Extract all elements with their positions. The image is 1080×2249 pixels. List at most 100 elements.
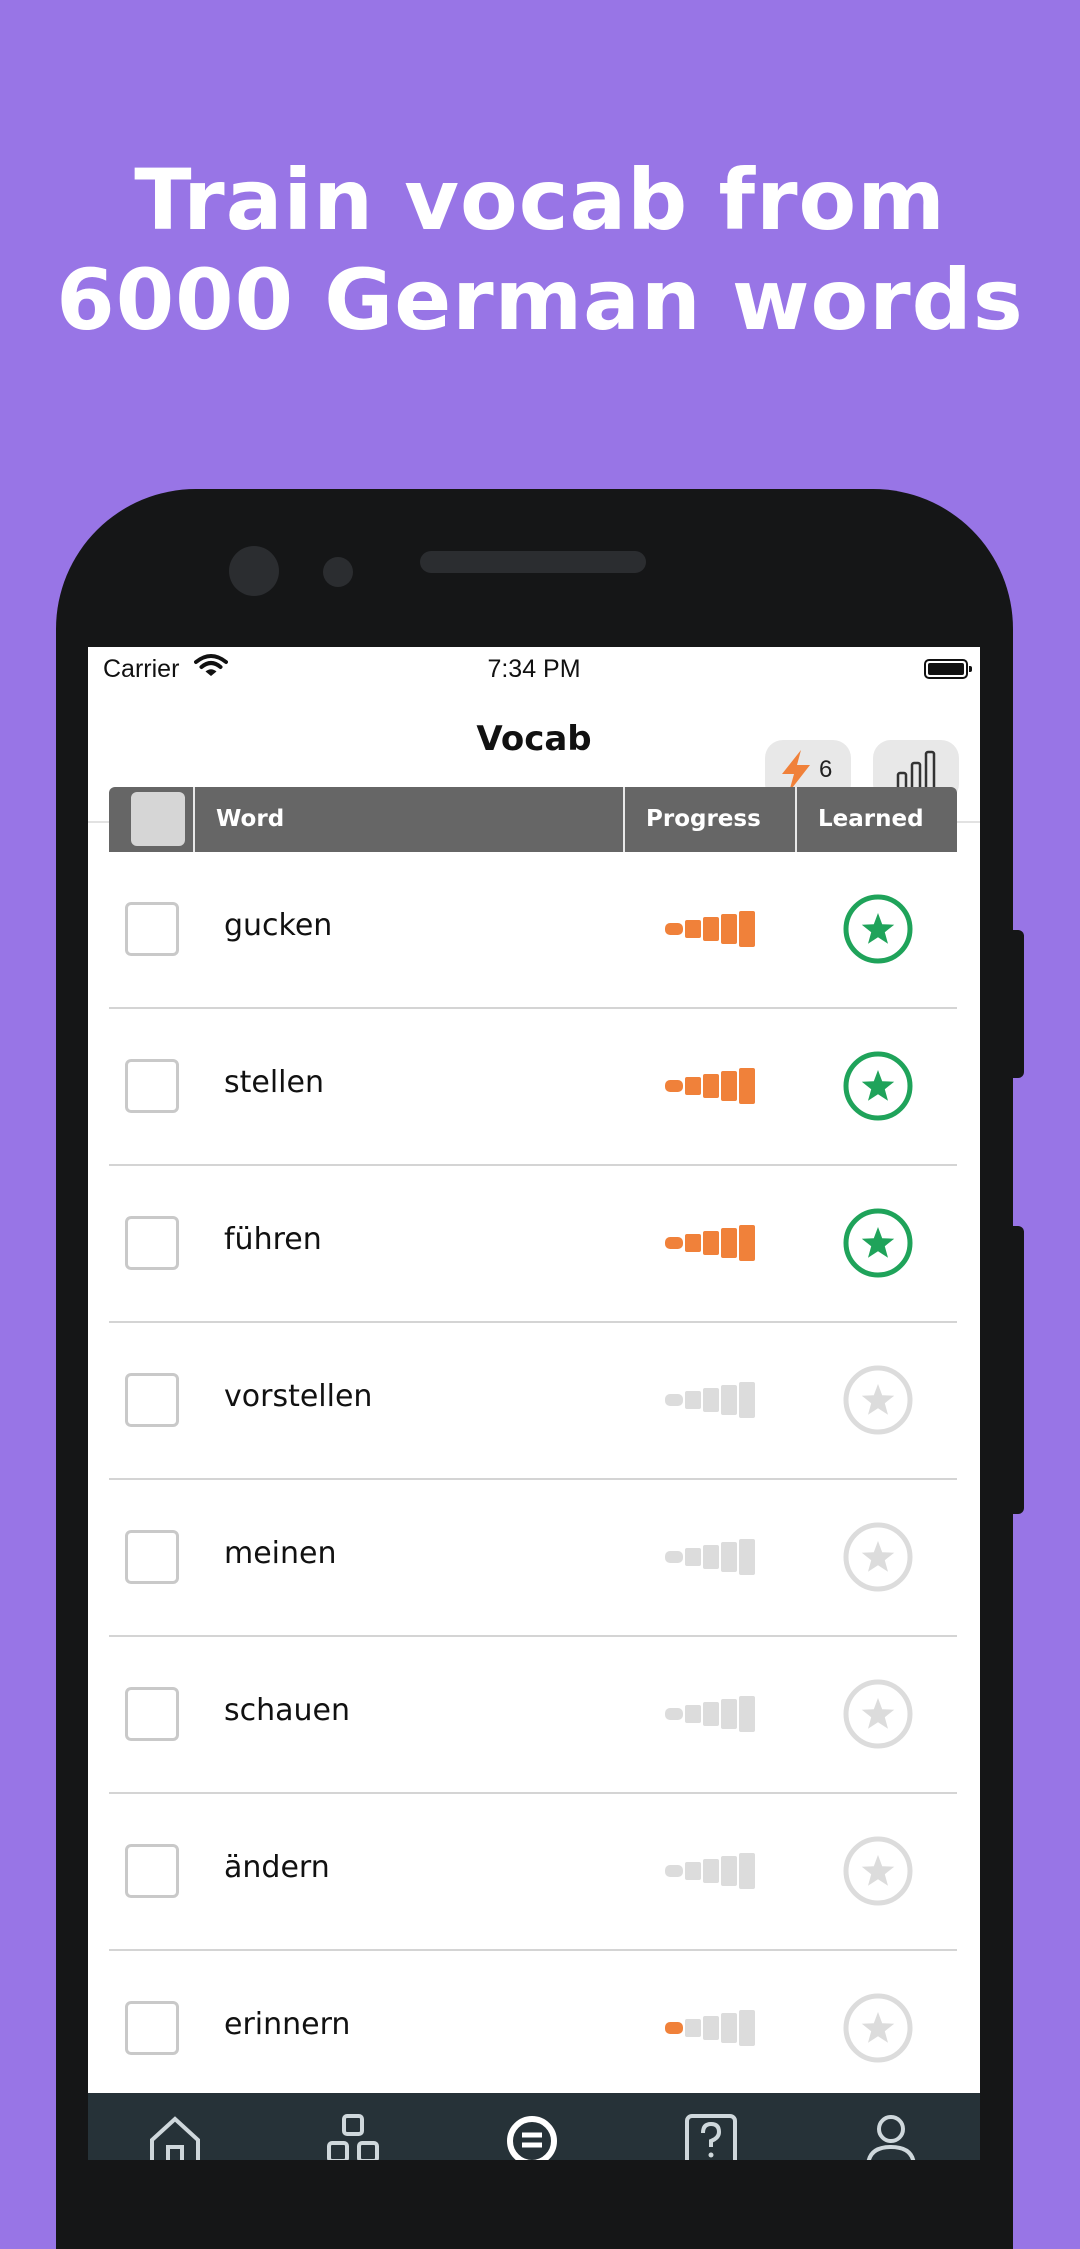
progress-bar-segment bbox=[703, 1702, 719, 1726]
status-time: 7:34 PM bbox=[487, 655, 581, 683]
app-screen: Carrier 7:34 PM Vocab 6 Word Progress Le… bbox=[88, 647, 980, 2160]
star-circle-icon[interactable] bbox=[842, 1992, 914, 2064]
column-divider bbox=[623, 787, 625, 852]
row-checkbox[interactable] bbox=[125, 902, 179, 956]
header-learned[interactable]: Learned bbox=[818, 787, 924, 852]
row-checkbox[interactable] bbox=[125, 2001, 179, 2055]
progress-bar-segment bbox=[721, 2013, 737, 2043]
progress-bar-segment bbox=[665, 1237, 683, 1249]
table-row[interactable]: vorstellen bbox=[109, 1323, 957, 1480]
progress-bar-segment bbox=[665, 1080, 683, 1092]
row-word: meinen bbox=[224, 1536, 337, 1571]
promo-line-1: Train vocab from bbox=[134, 151, 946, 249]
home-icon[interactable] bbox=[148, 2113, 202, 2160]
header-word[interactable]: Word bbox=[216, 787, 284, 852]
star-circle-icon[interactable] bbox=[842, 1521, 914, 1593]
progress-bar-segment bbox=[685, 1234, 701, 1252]
star-circle-icon[interactable] bbox=[842, 1678, 914, 1750]
status-bar: Carrier 7:34 PM bbox=[88, 647, 980, 697]
progress-bar-segment bbox=[703, 1074, 719, 1098]
row-checkbox[interactable] bbox=[125, 1216, 179, 1270]
progress-bar-segment bbox=[703, 917, 719, 941]
row-word: führen bbox=[224, 1222, 322, 1257]
row-checkbox[interactable] bbox=[125, 1687, 179, 1741]
progress-bar-segment bbox=[703, 1545, 719, 1569]
battery-icon bbox=[924, 659, 972, 679]
progress-bar-segment bbox=[721, 914, 737, 944]
progress-bar-segment bbox=[685, 1391, 701, 1409]
header-progress[interactable]: Progress bbox=[646, 787, 761, 852]
progress-bar-segment bbox=[685, 2019, 701, 2037]
profile-icon[interactable] bbox=[864, 2113, 918, 2160]
progress-bars bbox=[665, 1225, 755, 1261]
vocab-icon[interactable] bbox=[504, 2113, 564, 2160]
column-divider bbox=[193, 787, 195, 852]
star-circle-icon[interactable] bbox=[842, 1050, 914, 1122]
progress-bar-segment bbox=[665, 1865, 683, 1877]
tab-bar bbox=[88, 2093, 980, 2160]
row-word: vorstellen bbox=[224, 1379, 373, 1414]
table-row[interactable]: erinnern bbox=[109, 1951, 957, 2108]
row-word: erinnern bbox=[224, 2007, 351, 2042]
row-checkbox[interactable] bbox=[125, 1844, 179, 1898]
row-checkbox[interactable] bbox=[125, 1530, 179, 1584]
progress-bar-segment bbox=[685, 1548, 701, 1566]
phone-side-button bbox=[1010, 930, 1024, 1078]
categories-icon[interactable] bbox=[326, 2113, 380, 2160]
table-row[interactable]: ändern bbox=[109, 1794, 957, 1951]
progress-bar-segment bbox=[665, 1708, 683, 1720]
phone-sensor bbox=[323, 557, 353, 587]
progress-bar-segment bbox=[685, 1077, 701, 1095]
progress-bars bbox=[665, 911, 755, 947]
progress-bar-segment bbox=[739, 1068, 755, 1104]
phone-camera bbox=[229, 546, 279, 596]
table-header: Word Progress Learned bbox=[109, 787, 957, 852]
table-row[interactable]: meinen bbox=[109, 1480, 957, 1637]
star-circle-icon[interactable] bbox=[842, 1835, 914, 1907]
progress-bar-segment bbox=[721, 1542, 737, 1572]
progress-bar-segment bbox=[685, 920, 701, 938]
streak-count: 6 bbox=[819, 756, 833, 783]
progress-bar-segment bbox=[703, 2016, 719, 2040]
progress-bar-segment bbox=[665, 923, 683, 935]
progress-bar-segment bbox=[685, 1862, 701, 1880]
row-checkbox[interactable] bbox=[125, 1373, 179, 1427]
progress-bar-segment bbox=[665, 1551, 683, 1563]
progress-bar-segment bbox=[721, 1856, 737, 1886]
progress-bars bbox=[665, 2010, 755, 2046]
progress-bar-segment bbox=[739, 1382, 755, 1418]
phone-speaker bbox=[420, 551, 646, 573]
table-row[interactable]: schauen bbox=[109, 1637, 957, 1794]
progress-bar-segment bbox=[685, 1705, 701, 1723]
quiz-icon[interactable] bbox=[684, 2113, 738, 2160]
promo-headline: Train vocab from 6000 German words bbox=[0, 150, 1080, 350]
progress-bars bbox=[665, 1539, 755, 1575]
table-row[interactable]: stellen bbox=[109, 1009, 957, 1166]
row-checkbox[interactable] bbox=[125, 1059, 179, 1113]
star-circle-icon[interactable] bbox=[842, 893, 914, 965]
progress-bar-segment bbox=[665, 2022, 683, 2034]
progress-bar-segment bbox=[665, 1394, 683, 1406]
row-word: schauen bbox=[224, 1693, 351, 1728]
progress-bar-segment bbox=[721, 1071, 737, 1101]
promo-line-2: 6000 German words bbox=[56, 251, 1024, 349]
select-all-checkbox[interactable] bbox=[131, 792, 185, 846]
progress-bar-segment bbox=[739, 1696, 755, 1732]
progress-bar-segment bbox=[721, 1385, 737, 1415]
progress-bar-segment bbox=[739, 2010, 755, 2046]
star-circle-icon[interactable] bbox=[842, 1207, 914, 1279]
progress-bar-segment bbox=[721, 1228, 737, 1258]
progress-bar-segment bbox=[739, 1225, 755, 1261]
row-word: ändern bbox=[224, 1850, 330, 1885]
progress-bar-segment bbox=[739, 1853, 755, 1889]
progress-bars bbox=[665, 1853, 755, 1889]
table-row[interactable]: gucken bbox=[109, 852, 957, 1009]
phone-side-button bbox=[1010, 1226, 1024, 1514]
progress-bars bbox=[665, 1382, 755, 1418]
column-divider bbox=[795, 787, 797, 852]
row-word: gucken bbox=[224, 908, 333, 943]
table-row[interactable]: führen bbox=[109, 1166, 957, 1323]
star-circle-icon[interactable] bbox=[842, 1364, 914, 1436]
progress-bar-segment bbox=[721, 1699, 737, 1729]
progress-bar-segment bbox=[703, 1231, 719, 1255]
